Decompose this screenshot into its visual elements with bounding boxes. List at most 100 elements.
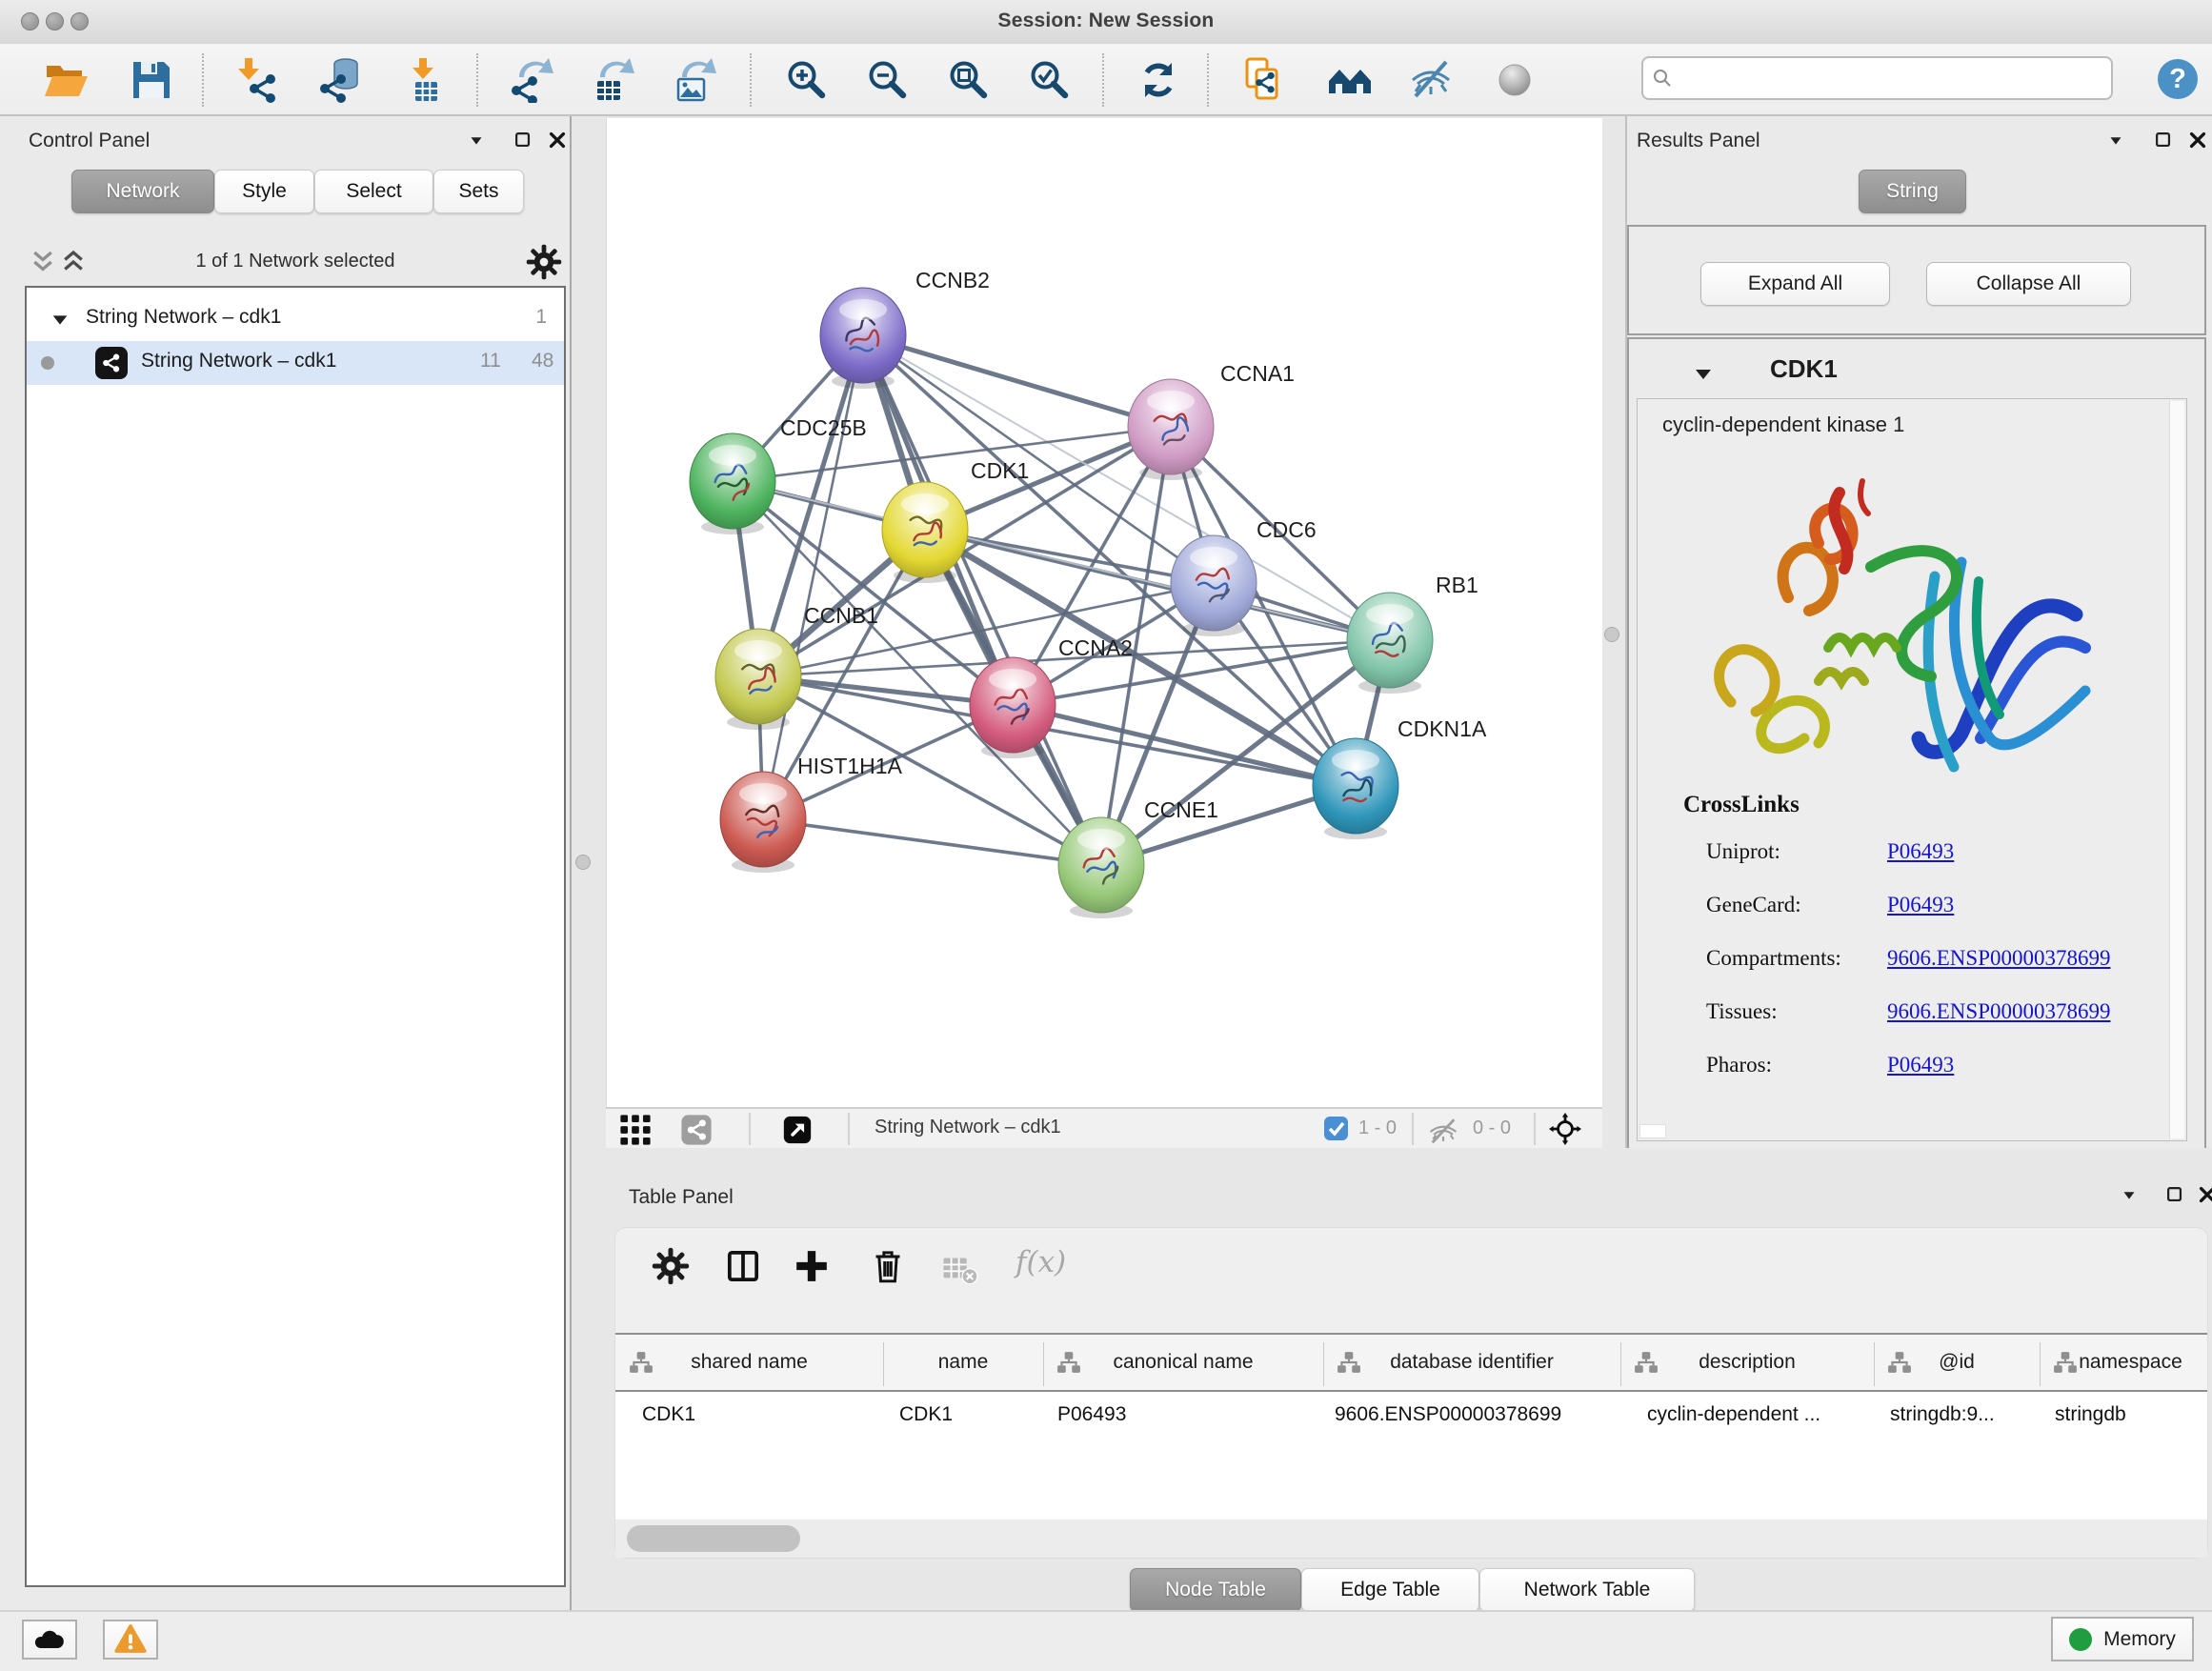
export-table-icon[interactable]	[590, 57, 635, 103]
results-actions-box: Expand All Collapse All	[1627, 225, 2206, 335]
table-row[interactable]: CDK1CDK1P064939606.ENSP00000378699cyclin…	[615, 1392, 2207, 1438]
control-panel-close-icon[interactable]	[545, 128, 570, 152]
hidden-eye-icon[interactable]	[1427, 1116, 1456, 1144]
tab-style[interactable]: Style	[214, 170, 314, 213]
collection-label: String Network – cdk1	[86, 306, 281, 329]
control-panel-float-icon[interactable]	[511, 128, 535, 152]
network-collection-row[interactable]: String Network – cdk1 1	[27, 297, 564, 341]
results-horizontal-scrollbar[interactable]	[1639, 1124, 1666, 1138]
tab-select[interactable]: Select	[314, 170, 433, 213]
network-overview-grid-icon[interactable]	[619, 1114, 652, 1146]
network-node-CDC6	[1171, 535, 1257, 631]
results-panel-collapse-icon[interactable]	[2103, 128, 2128, 152]
import-network-from-file-icon[interactable]	[233, 57, 279, 103]
show-columns-icon[interactable]	[724, 1247, 762, 1285]
network-view-dot-icon	[41, 356, 54, 370]
zoom-selected-icon[interactable]	[1026, 57, 1072, 103]
column-divider[interactable]	[1043, 1342, 1044, 1386]
memory-button[interactable]: Memory	[2051, 1617, 2194, 1661]
column-header-shared-name[interactable]: shared name	[615, 1335, 883, 1390]
tab-edge-table[interactable]: Edge Table	[1301, 1568, 1479, 1612]
left-splitter-handle[interactable]	[575, 855, 591, 870]
cloud-button[interactable]	[22, 1620, 77, 1660]
results-vertical-scrollbar[interactable]	[2169, 401, 2184, 1138]
crosslink-value-link[interactable]: P06493	[1887, 893, 1954, 917]
tab-string[interactable]: String	[1859, 170, 1966, 213]
selected-nodes-checkbox-icon[interactable]	[1323, 1116, 1349, 1141]
zoom-fit-icon[interactable]	[945, 57, 991, 103]
scrollbar-thumb[interactable]	[627, 1525, 800, 1552]
add-column-icon[interactable]	[793, 1247, 831, 1285]
column-divider[interactable]	[1620, 1342, 1621, 1386]
export-image-icon[interactable]	[671, 57, 716, 103]
open-session-icon[interactable]	[43, 57, 89, 103]
gene-expander-icon[interactable]	[1692, 363, 1715, 386]
svg-text:?: ?	[2169, 64, 2186, 94]
help-button[interactable]: ?	[2155, 56, 2201, 102]
import-network-from-database-icon[interactable]	[319, 57, 365, 103]
collapse-all-networks-icon[interactable]	[29, 248, 57, 276]
crosslink-value-link[interactable]: P06493	[1887, 1053, 1954, 1077]
column-divider[interactable]	[1323, 1342, 1324, 1386]
column-header--id[interactable]: @id	[1874, 1335, 2040, 1390]
collapse-all-button[interactable]: Collapse All	[1926, 262, 2131, 306]
column-header-label: shared name	[691, 1351, 808, 1374]
table-panel-close-icon[interactable]	[2195, 1182, 2212, 1207]
first-neighbors-icon[interactable]	[1327, 57, 1373, 103]
column-header-namespace[interactable]: namespace	[2040, 1335, 2212, 1390]
tab-network[interactable]: Network	[71, 170, 214, 213]
table-cell: CDK1	[642, 1403, 877, 1426]
table-horizontal-scrollbar[interactable]	[615, 1520, 2207, 1558]
search-input[interactable]	[1679, 60, 2102, 98]
save-session-icon[interactable]	[129, 57, 174, 103]
delete-column-icon[interactable]	[869, 1247, 907, 1285]
detach-view-icon[interactable]	[781, 1114, 814, 1146]
column-divider[interactable]	[1874, 1342, 1875, 1386]
expand-all-networks-icon[interactable]	[59, 248, 88, 276]
zoom-in-icon[interactable]	[783, 57, 829, 103]
table-settings-gear-icon[interactable]	[652, 1247, 690, 1285]
hide-selected-icon[interactable]	[1408, 57, 1454, 103]
tab-network-table[interactable]: Network Table	[1479, 1568, 1695, 1612]
right-splitter-handle[interactable]	[1604, 627, 1619, 642]
control-panel: Control Panel NetworkStyleSelectSets 1 o…	[0, 116, 572, 1610]
show-all-icon[interactable]	[1492, 57, 1538, 103]
export-network-icon[interactable]	[509, 57, 554, 103]
crosslink-value-link[interactable]: P06493	[1887, 839, 1954, 864]
column-header-database-identifier[interactable]: database identifier	[1323, 1335, 1620, 1390]
zoom-out-icon[interactable]	[864, 57, 910, 103]
network-row-selected[interactable]: String Network – cdk1 11 48	[27, 341, 564, 385]
column-divider[interactable]	[2040, 1342, 2041, 1386]
results-panel-float-icon[interactable]	[2151, 128, 2176, 152]
network-node-CCNB1	[715, 629, 801, 724]
column-header-name[interactable]: name	[883, 1335, 1043, 1390]
expand-all-button[interactable]: Expand All	[1700, 262, 1890, 306]
network-canvas[interactable]: CCNB2CCNA1CDC25BCDK1CDC6RB1CCNB1CCNA2CDK…	[606, 118, 1602, 1107]
table-body: CDK1CDK1P064939606.ENSP00000378699cyclin…	[615, 1392, 2207, 1520]
network-share-icon[interactable]	[680, 1114, 713, 1146]
tab-node-table[interactable]: Node Table	[1130, 1568, 1301, 1612]
apply-layout-icon[interactable]	[1136, 57, 1181, 103]
network-options-gear-icon[interactable]	[526, 244, 562, 280]
column-header-canonical-name[interactable]: canonical name	[1043, 1335, 1323, 1390]
results-panel-title: Results Panel	[1637, 130, 1760, 152]
crosslink-value-link[interactable]: 9606.ENSP00000378699	[1887, 946, 2111, 971]
import-table-from-file-icon[interactable]	[402, 57, 448, 103]
network-node-RB1	[1347, 593, 1433, 688]
results-panel-close-icon[interactable]	[2185, 128, 2210, 152]
column-header-description[interactable]: description	[1620, 1335, 1874, 1390]
warnings-button[interactable]	[103, 1620, 158, 1660]
crosslink-value-link[interactable]: 9606.ENSP00000378699	[1887, 999, 2111, 1024]
column-divider[interactable]	[883, 1342, 884, 1386]
control-panel-collapse-icon[interactable]	[464, 128, 489, 152]
fit-content-crosshair-icon[interactable]	[1549, 1113, 1583, 1147]
duplicate-network-icon[interactable]	[1242, 57, 1288, 103]
table-panel-collapse-icon[interactable]	[2117, 1182, 2142, 1207]
crosslink-label: GeneCard:	[1706, 893, 1801, 917]
tab-sets[interactable]: Sets	[433, 170, 524, 213]
network-node-CCNA2	[970, 657, 1056, 753]
search-box[interactable]	[1641, 56, 2113, 100]
collection-expander-icon[interactable]	[50, 310, 70, 331]
svg-text:CCNA2: CCNA2	[1058, 635, 1133, 660]
table-panel-float-icon[interactable]	[2162, 1182, 2187, 1207]
